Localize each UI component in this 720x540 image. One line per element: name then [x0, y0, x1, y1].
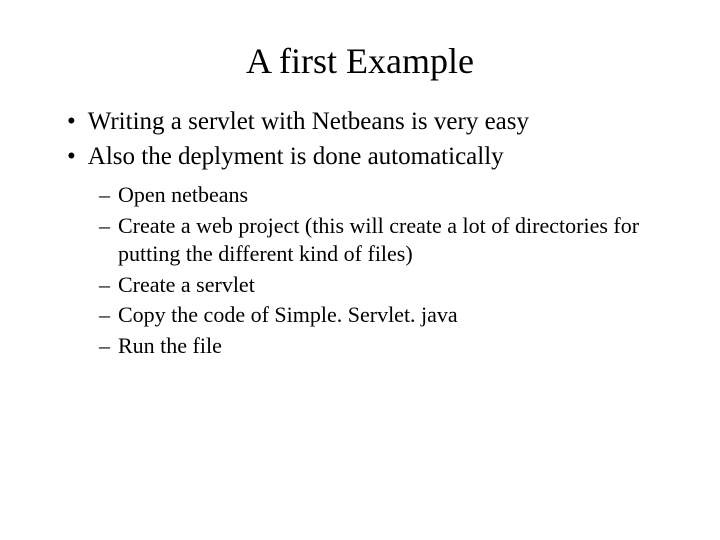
- dash-marker: –: [99, 271, 110, 300]
- sub-text: Create a servlet: [118, 271, 665, 300]
- sub-item: – Create a servlet: [99, 271, 665, 300]
- dash-marker: –: [99, 181, 110, 210]
- sub-item: – Copy the code of Simple. Servlet. java: [99, 301, 665, 330]
- sub-text: Open netbeans: [118, 181, 665, 210]
- bullet-text: Writing a servlet with Netbeans is very …: [88, 106, 665, 139]
- bullet-marker: •: [67, 141, 76, 174]
- sub-text: Run the file: [118, 332, 665, 361]
- sub-text: Copy the code of Simple. Servlet. java: [118, 301, 665, 330]
- dash-marker: –: [99, 301, 110, 330]
- sub-item: – Open netbeans: [99, 181, 665, 210]
- bullet-item: • Also the deplyment is done automatical…: [67, 141, 665, 174]
- dash-marker: –: [99, 332, 110, 361]
- bullet-text: Also the deplyment is done automatically: [88, 141, 665, 174]
- main-bullet-list: • Writing a servlet with Netbeans is ver…: [55, 106, 665, 173]
- sub-bullet-list: – Open netbeans – Create a web project (…: [55, 181, 665, 361]
- dash-marker: –: [99, 212, 110, 269]
- sub-text: Create a web project (this will create a…: [118, 212, 665, 269]
- bullet-marker: •: [67, 106, 76, 139]
- bullet-item: • Writing a servlet with Netbeans is ver…: [67, 106, 665, 139]
- slide-title: A first Example: [55, 40, 665, 82]
- sub-item: – Run the file: [99, 332, 665, 361]
- sub-item: – Create a web project (this will create…: [99, 212, 665, 269]
